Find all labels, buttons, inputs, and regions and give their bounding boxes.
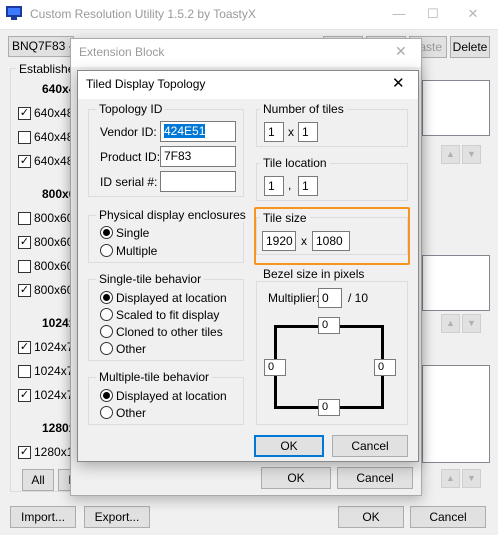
tiles-x-separator: x bbox=[288, 125, 294, 139]
maximize-button[interactable]: ☐ bbox=[416, 0, 450, 28]
radio-label: Displayed at location bbox=[116, 389, 227, 403]
number-of-tiles-title: Number of tiles bbox=[260, 102, 347, 116]
radio-single-other[interactable] bbox=[100, 342, 113, 355]
radio-multi-displayed[interactable] bbox=[100, 389, 113, 402]
main-title-bar: Custom Resolution Utility 1.5.2 by Toast… bbox=[0, 0, 498, 30]
radio-label: Cloned to other tiles bbox=[116, 325, 223, 339]
location-x-field[interactable]: 1 bbox=[264, 176, 284, 196]
single-tile-title: Single-tile behavior bbox=[96, 272, 205, 286]
main-cancel-button[interactable]: Cancel bbox=[410, 506, 486, 528]
tiles-x-field[interactable]: 1 bbox=[264, 122, 284, 142]
tile-location-title: Tile location bbox=[260, 156, 330, 170]
radio-label: Displayed at location bbox=[116, 291, 227, 305]
move-down-button-3[interactable]: ▼ bbox=[462, 469, 481, 488]
tile-width-field[interactable]: 1920 bbox=[262, 231, 296, 251]
tile-height-field[interactable]: 1080 bbox=[312, 231, 350, 251]
bezel-diagram bbox=[274, 325, 384, 409]
tdt-cancel-button[interactable]: Cancel bbox=[332, 435, 408, 457]
vendor-id-label: Vendor ID: bbox=[100, 125, 157, 139]
tiles-y-field[interactable]: 1 bbox=[298, 122, 318, 142]
checkbox-800-2[interactable]: ✓ bbox=[18, 236, 31, 249]
tdt-title-bar: Tiled Display Topology ✕ bbox=[78, 71, 418, 99]
radio-single-label: Single bbox=[116, 226, 150, 240]
bezel-size-title: Bezel size in pixels bbox=[260, 267, 368, 281]
tile-size-separator: x bbox=[301, 234, 307, 248]
radio-multiple-label: Multiple bbox=[116, 244, 158, 258]
tdt-title: Tiled Display Topology bbox=[86, 77, 206, 91]
tiled-display-topology-dialog: Tiled Display Topology ✕ Topology ID Ven… bbox=[77, 70, 419, 462]
select-all-button[interactable]: All bbox=[22, 469, 54, 491]
extension-block-title-bar: Extension Block ✕ bbox=[71, 39, 421, 67]
close-icon: ✕ bbox=[395, 43, 407, 59]
move-up-button[interactable]: ▲ bbox=[441, 145, 460, 164]
checkbox-1024-3[interactable]: ✓ bbox=[18, 389, 31, 402]
product-id-label: Product ID: bbox=[100, 150, 161, 164]
multiplier-suffix: / 10 bbox=[348, 291, 369, 305]
monitor-select[interactable]: BNQ7F83 - Z bbox=[8, 36, 74, 57]
vendor-id-value: 424E51 bbox=[164, 124, 206, 138]
checkbox-1024-2[interactable] bbox=[18, 365, 31, 378]
close-icon: ✕ bbox=[467, 6, 479, 21]
maximize-icon: ☐ bbox=[427, 6, 439, 21]
multiple-tile-title: Multiple-tile behavior bbox=[96, 370, 213, 384]
tdt-ok-button[interactable]: OK bbox=[254, 435, 324, 457]
bezel-bottom-field[interactable]: 0 bbox=[318, 399, 340, 416]
close-icon: ✕ bbox=[392, 75, 405, 92]
id-serial-label: ID serial #: bbox=[100, 175, 158, 189]
extension-close-button[interactable]: ✕ bbox=[395, 43, 407, 60]
standard-list[interactable] bbox=[422, 255, 490, 311]
extension-ok-button[interactable]: OK bbox=[261, 467, 331, 489]
topology-id-title: Topology ID bbox=[96, 102, 166, 116]
minimize-icon: — bbox=[392, 6, 406, 21]
radio-single-displayed[interactable] bbox=[100, 291, 113, 304]
vendor-id-field[interactable]: 424E51 bbox=[160, 121, 236, 142]
checkbox-800-1[interactable] bbox=[18, 212, 31, 225]
bezel-left-field[interactable]: 0 bbox=[264, 359, 286, 376]
close-button[interactable]: ✕ bbox=[456, 0, 490, 28]
radio-label: Scaled to fit display bbox=[116, 308, 220, 322]
checkbox-640-3[interactable]: ✓ bbox=[18, 155, 31, 168]
detailed-list[interactable] bbox=[422, 80, 490, 136]
move-up-button-2[interactable]: ▲ bbox=[441, 314, 460, 333]
extension-cancel-button[interactable]: Cancel bbox=[337, 467, 413, 489]
tile-size-title: Tile size bbox=[260, 211, 310, 225]
main-window-title: Custom Resolution Utility 1.5.2 by Toast… bbox=[30, 7, 256, 21]
product-id-field[interactable]: 7F83 bbox=[160, 146, 236, 167]
multiplier-field[interactable]: 0 bbox=[318, 288, 342, 308]
monitor-app-icon bbox=[6, 6, 22, 20]
multiplier-label: Multiplier: bbox=[268, 291, 320, 305]
location-y-field[interactable]: 1 bbox=[298, 176, 318, 196]
checkbox-800-3[interactable] bbox=[18, 260, 31, 273]
tdt-close-button[interactable]: ✕ bbox=[392, 74, 405, 92]
extension-block-title: Extension Block bbox=[79, 45, 165, 59]
radio-label: Other bbox=[116, 342, 147, 356]
main-ok-button[interactable]: OK bbox=[338, 506, 404, 528]
delete-button[interactable]: Delete bbox=[450, 36, 490, 58]
checkbox-1024-1[interactable]: ✓ bbox=[18, 341, 31, 354]
checkbox-640-2[interactable] bbox=[18, 131, 31, 144]
bezel-right-field[interactable]: 0 bbox=[374, 359, 396, 376]
radio-multiple[interactable] bbox=[100, 244, 113, 257]
minimize-button[interactable]: — bbox=[382, 0, 416, 28]
bezel-top-field[interactable]: 0 bbox=[318, 317, 340, 334]
move-down-button[interactable]: ▼ bbox=[462, 145, 481, 164]
location-separator: , bbox=[288, 178, 292, 192]
id-serial-field[interactable] bbox=[160, 171, 236, 192]
import-button[interactable]: Import... bbox=[10, 506, 76, 528]
radio-multi-other[interactable] bbox=[100, 406, 113, 419]
physical-enclosures-group bbox=[88, 215, 244, 263]
export-button[interactable]: Export... bbox=[84, 506, 150, 528]
checkbox-800-4[interactable]: ✓ bbox=[18, 284, 31, 297]
move-down-button-2[interactable]: ▼ bbox=[462, 314, 481, 333]
checkbox-640-1[interactable]: ✓ bbox=[18, 107, 31, 120]
physical-enclosures-title: Physical display enclosures bbox=[96, 208, 249, 222]
radio-single-cloned[interactable] bbox=[100, 325, 113, 338]
move-up-button-3[interactable]: ▲ bbox=[441, 469, 460, 488]
radio-label: Other bbox=[116, 406, 147, 420]
radio-single-scaled[interactable] bbox=[100, 308, 113, 321]
radio-single[interactable] bbox=[100, 226, 113, 239]
checkbox-1280-1[interactable]: ✓ bbox=[18, 446, 31, 459]
extension-list[interactable] bbox=[422, 365, 490, 463]
